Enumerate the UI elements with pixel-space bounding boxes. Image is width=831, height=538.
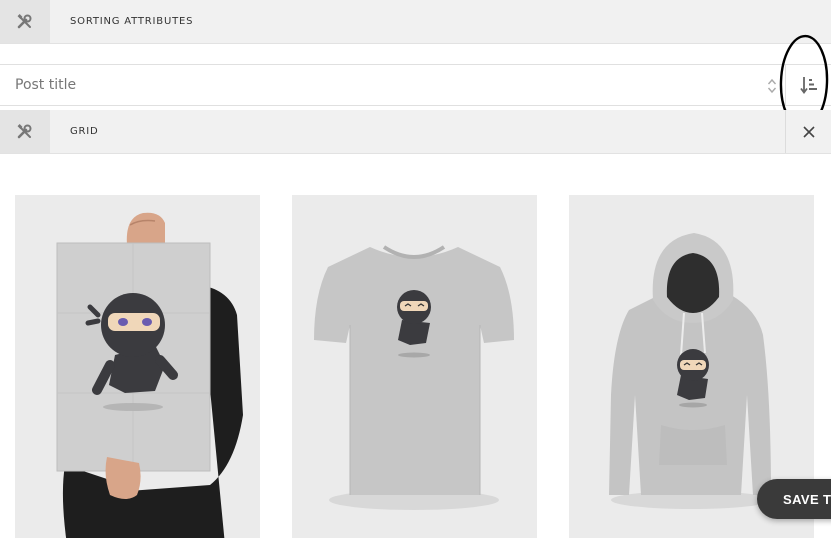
grid-title: GRID [70,126,99,137]
close-icon [802,125,815,138]
ninja-poster-image [56,212,243,538]
sort-order-toggle-button[interactable] [787,65,831,105]
sort-by-select[interactable]: Post title [0,65,786,105]
product-card-tshirt[interactable] [292,195,537,538]
sorting-tool-button[interactable] [0,0,50,43]
wrench-screwdriver-icon [17,13,32,28]
grid-close-button[interactable] [785,110,831,153]
ninja-tshirt-image [314,245,514,510]
select-arrows-icon [767,78,777,94]
grid-tool-button[interactable] [0,110,50,153]
sort-select-row: Post title [0,64,831,106]
save-button[interactable]: SAVE TI [757,479,831,519]
sorting-attributes-bar: SORTING ATTRIBUTES [0,0,831,44]
wrench-screwdriver-icon [17,123,32,138]
grid-bar: GRID [0,110,831,154]
product-card-poster[interactable] [15,195,260,538]
sorting-attributes-title: SORTING ATTRIBUTES [70,16,194,27]
sort-descending-icon [800,77,817,94]
save-button-label: SAVE TI [783,491,831,507]
sort-select-value: Post title [15,77,77,93]
